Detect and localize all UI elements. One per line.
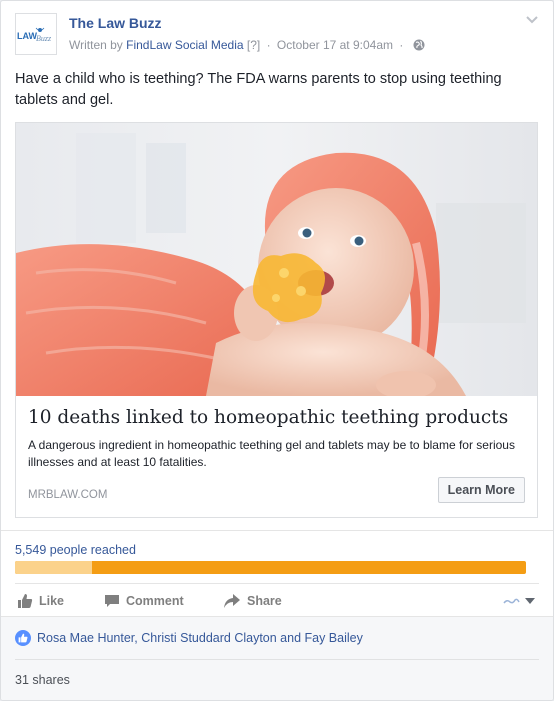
baby-teething-image[interactable] (16, 123, 537, 396)
audience-selector[interactable] (503, 596, 537, 606)
globe-icon[interactable] (413, 39, 425, 51)
likers-names[interactable]: Rosa Mae Hunter, Christi Studdard Clayto… (37, 631, 363, 645)
audience-dropdown-icon (503, 598, 535, 604)
meta-separator: · (266, 38, 271, 52)
post-meta: Written by FindLaw Social Media [?] · Oc… (69, 38, 425, 52)
svg-text:LAW: LAW (17, 31, 38, 41)
chevron-down-icon[interactable] (525, 15, 539, 25)
share-icon (224, 594, 240, 608)
like-badge-icon (15, 630, 31, 646)
written-by-label: Written by (69, 38, 123, 52)
likers-row[interactable]: Rosa Mae Hunter, Christi Studdard Clayto… (15, 630, 363, 646)
author-help-link[interactable]: [?] (247, 38, 260, 52)
comment-label: Comment (126, 594, 184, 608)
learn-more-button[interactable]: Learn More (437, 477, 525, 503)
link-domain: MRBLAW.COM (28, 489, 108, 501)
reach-bar (15, 561, 526, 574)
link-description: A dangerous ingredient in homeopathic te… (28, 438, 515, 469)
like-label: Like (39, 594, 65, 608)
like-button[interactable]: Like (17, 593, 64, 609)
share-label: Share (247, 594, 282, 608)
comment-icon (105, 595, 119, 607)
reactions-panel: Rosa Mae Hunter, Christi Studdard Clayto… (1, 616, 553, 700)
link-title[interactable]: 10 deaths linked to homeopathic teething… (28, 407, 528, 428)
shares-count[interactable]: 31 shares (15, 673, 70, 687)
page-name[interactable]: The Law Buzz (69, 15, 162, 31)
action-bar: Like Comment Share (15, 583, 539, 617)
divider (15, 659, 539, 660)
post-insights: 5,549 people reached (1, 530, 553, 583)
post-header: LAW Buzz The Law Buzz Written by FindLaw… (15, 13, 539, 57)
comment-button[interactable]: Comment (104, 593, 184, 609)
link-preview[interactable]: 10 deaths linked to homeopathic teething… (15, 122, 538, 518)
meta-separator: · (399, 38, 404, 52)
reach-bar-organic (15, 561, 92, 574)
page-avatar[interactable]: LAW Buzz (15, 13, 57, 55)
post-timestamp[interactable]: October 17 at 9:04am (277, 38, 393, 52)
author-link[interactable]: FindLaw Social Media (126, 38, 243, 52)
post-card: LAW Buzz The Law Buzz Written by FindLaw… (0, 0, 554, 701)
share-button[interactable]: Share (223, 593, 282, 609)
svg-text:Buzz: Buzz (36, 34, 52, 43)
law-buzz-logo: LAW Buzz (17, 27, 52, 43)
like-icon (18, 594, 33, 608)
post-text: Have a child who is teething? The FDA wa… (15, 71, 502, 108)
people-reached-link[interactable]: 5,549 people reached (15, 543, 136, 557)
